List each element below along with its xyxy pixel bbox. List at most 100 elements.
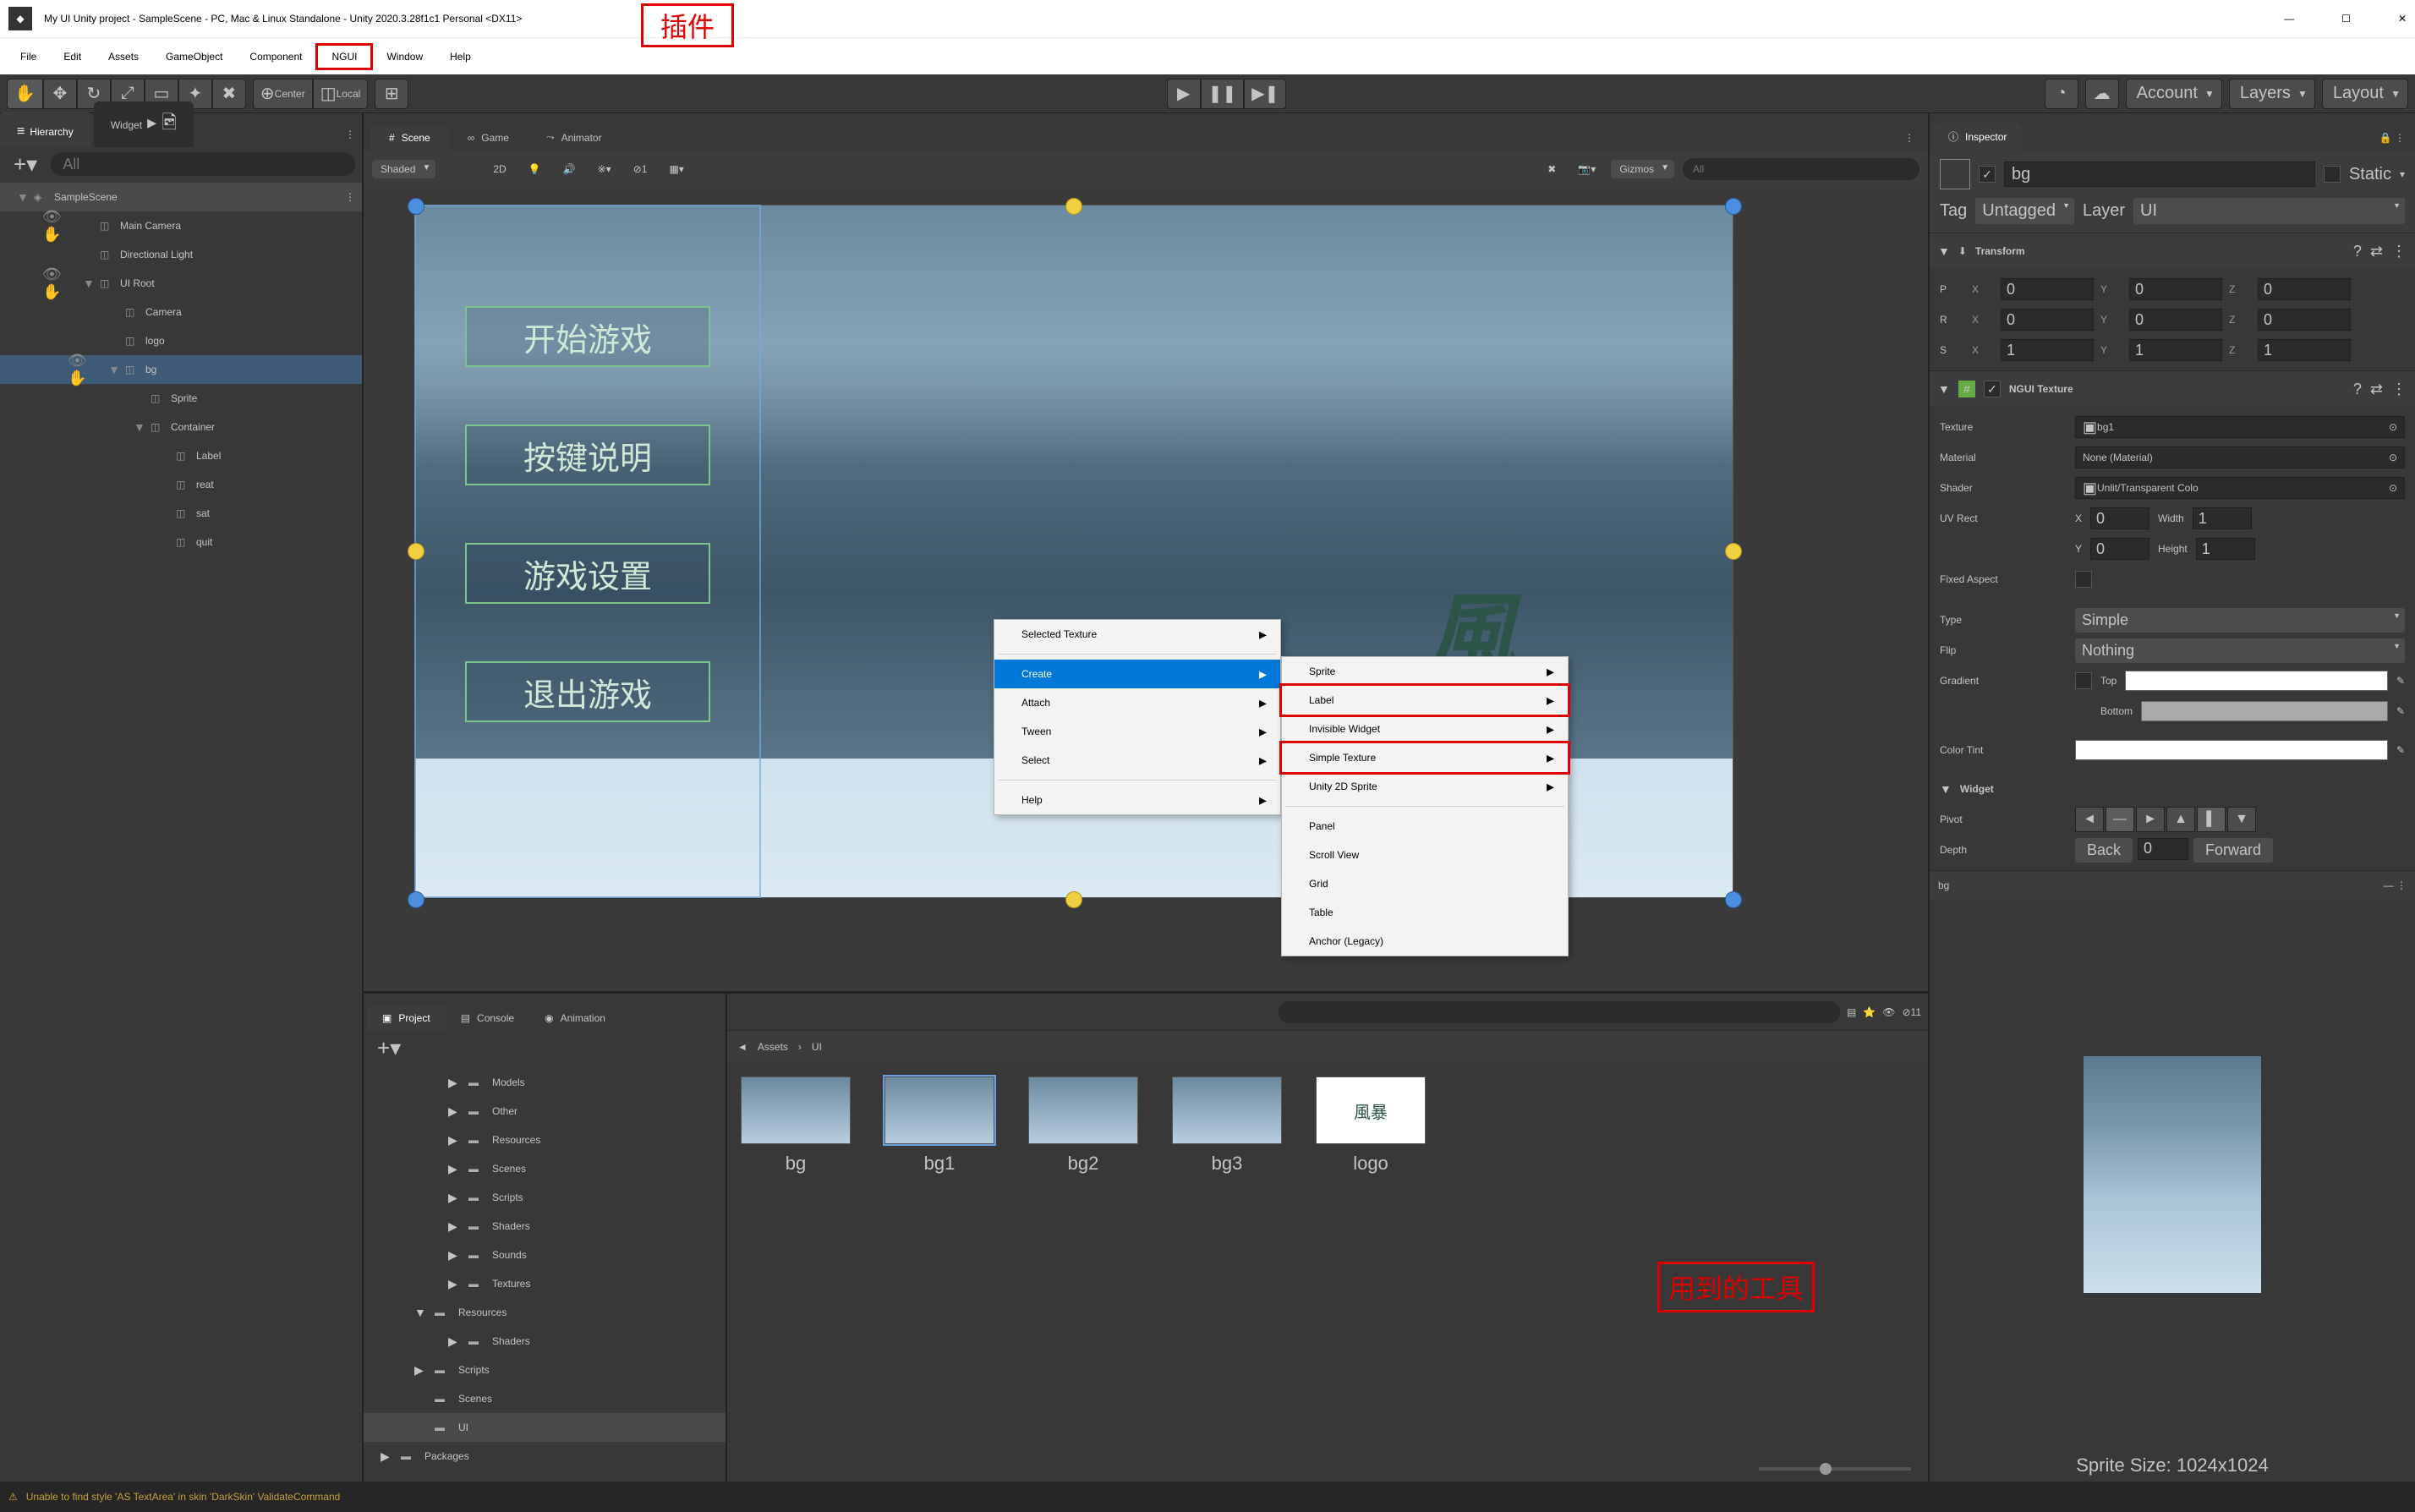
rot-z[interactable] [2258, 309, 2351, 331]
layout-dropdown[interactable]: Layout [2322, 79, 2408, 109]
project-resources[interactable]: ▶▬Resources [364, 1126, 726, 1154]
help-icon[interactable]: ? [2353, 243, 2362, 260]
material-field[interactable]: None (Material)⊙ [2075, 446, 2405, 468]
bc-scroll[interactable]: ◄ [737, 1041, 748, 1053]
project-models[interactable]: ▶▬Models [364, 1068, 726, 1097]
hierarchy-container[interactable]: ▼◫Container [0, 413, 362, 441]
move-tool[interactable]: ✥ [43, 79, 77, 109]
preset-icon[interactable]: ⇄ [2370, 381, 2383, 398]
tab-project[interactable]: ▣Project [367, 1005, 446, 1031]
color-tint[interactable] [2075, 740, 2388, 760]
pos-x[interactable] [2001, 278, 2094, 300]
project-packages[interactable]: ▶▬Packages [364, 1442, 726, 1471]
ctx-selected-texture[interactable]: Selected Texture▸ [994, 620, 1280, 649]
bc-ui[interactable]: UI [812, 1041, 822, 1053]
static-checkbox[interactable] [2324, 166, 2341, 183]
scene-root[interactable]: ▼◈SampleScene ⋮ [0, 183, 362, 211]
fixed-aspect[interactable] [2075, 571, 2092, 588]
active-checkbox[interactable]: ✓ [1979, 166, 1996, 183]
tab-animation[interactable]: ◉Animation [529, 1005, 621, 1031]
hierarchy-main-camera[interactable]: 👁 ✋◫Main Camera [0, 211, 362, 240]
help-icon[interactable]: ? [2353, 381, 2362, 398]
hierarchy-sprite[interactable]: ◫Sprite [0, 384, 362, 413]
bc-assets[interactable]: Assets [758, 1041, 788, 1053]
project-scenes[interactable]: ▶▬Scenes [364, 1154, 726, 1183]
tab-hierarchy[interactable]: ≡Hierarchy [0, 112, 90, 147]
shader-field[interactable]: ▣ Unlit/Transparent Colo⊙ [2075, 477, 2405, 499]
pivot-center[interactable]: ⊕Center [253, 79, 313, 109]
hierarchy-sat[interactable]: ◫sat [0, 499, 362, 528]
cloud-button[interactable]: ☁ [2085, 79, 2119, 109]
create-button[interactable]: +▾ [7, 151, 44, 178]
menu-assets[interactable]: Assets [95, 46, 152, 68]
menu-window[interactable]: Window [373, 46, 436, 68]
type-dropdown[interactable]: Simple [2075, 608, 2405, 633]
ctx-tween[interactable]: Tween▸ [994, 717, 1280, 746]
pivot-local[interactable]: ◫Local [313, 79, 369, 109]
gradient-bottom-color[interactable] [2141, 701, 2388, 721]
scl-y[interactable] [2129, 339, 2222, 361]
asset-bg[interactable]: bg [741, 1076, 851, 1175]
menu-ngui[interactable]: NGUI [315, 43, 373, 70]
hidden-toggle[interactable]: ⊘1 [627, 160, 654, 178]
tab-console[interactable]: ▤Console [446, 1005, 529, 1031]
hierarchy-ui-root[interactable]: 👁 ✋▼◫UI Root [0, 269, 362, 298]
custom-tool[interactable]: ✖ [212, 79, 246, 109]
depth-forward[interactable]: Forward [2193, 838, 2273, 863]
ctx-unity-2d-sprite[interactable]: Unity 2D Sprite▸ [1282, 772, 1568, 801]
menu-edit[interactable]: Edit [50, 46, 95, 68]
uv-h[interactable] [2196, 538, 2255, 560]
project-scripts[interactable]: ▶▬Scripts [364, 1356, 726, 1384]
preset-icon[interactable]: ⇄ [2370, 243, 2383, 260]
layer-dropdown[interactable]: UI [2133, 198, 2405, 224]
filter-icon[interactable]: ▤ [1847, 1006, 1856, 1018]
light-toggle[interactable]: 💡 [522, 160, 548, 178]
menu-gameobject[interactable]: GameObject [152, 46, 236, 68]
ctx-scroll-view[interactable]: Scroll View [1282, 841, 1568, 869]
project-other[interactable]: ▶▬Other [364, 1097, 726, 1126]
visibility-icon[interactable]: 👁 [1882, 1006, 1895, 1018]
hierarchy-reat[interactable]: ◫reat [0, 470, 362, 499]
uv-y[interactable] [2090, 538, 2149, 560]
rot-y[interactable] [2129, 309, 2222, 331]
project-ui[interactable]: ▬UI [364, 1413, 726, 1442]
hierarchy-menu-icon[interactable]: ⋮ [338, 122, 362, 147]
step-button[interactable]: ▶❚ [1244, 79, 1286, 109]
favorite-icon[interactable]: ⭐ [1863, 1006, 1876, 1018]
project-scripts[interactable]: ▶▬Scripts [364, 1183, 726, 1212]
handle-bl[interactable] [408, 891, 424, 908]
component-enable[interactable]: ✓ [1984, 381, 2001, 397]
eyedrop-icon[interactable]: ✎ [2396, 744, 2405, 756]
pause-button[interactable]: ❚❚ [1201, 79, 1245, 109]
close-button[interactable]: ✕ [2398, 13, 2407, 25]
ctx-anchor--legacy-[interactable]: Anchor (Legacy) [1282, 927, 1568, 956]
project-scenes[interactable]: ▬Scenes [364, 1384, 726, 1413]
handle-br[interactable] [1725, 891, 1742, 908]
play-button[interactable]: ▶ [1167, 79, 1201, 109]
gradient-top-color[interactable] [2125, 671, 2388, 691]
maximize-button[interactable]: ☐ [2341, 13, 2351, 25]
ctx-create[interactable]: Create▸ [994, 660, 1280, 688]
scl-z[interactable] [2258, 339, 2351, 361]
shading-mode[interactable]: Shaded [372, 160, 435, 178]
texture-field[interactable]: ▣ bg1⊙ [2075, 416, 2405, 438]
gizmos-dropdown[interactable]: Gizmos [1611, 160, 1674, 178]
ctx-panel[interactable]: Panel [1282, 812, 1568, 841]
asset-bg3[interactable]: bg3 [1172, 1076, 1282, 1175]
account-dropdown[interactable]: Account [2126, 79, 2222, 109]
scene-menu-icon[interactable]: ⋮ [345, 191, 355, 203]
layers-dropdown[interactable]: Layers [2229, 79, 2315, 109]
rot-x[interactable] [2001, 309, 2094, 331]
handle-tc[interactable] [1065, 198, 1082, 215]
ctx-select[interactable]: Select▸ [994, 746, 1280, 775]
asset-logo[interactable]: 風暴logo [1316, 1076, 1426, 1175]
ctx-simple-texture[interactable]: Simple Texture▸ [1282, 743, 1568, 772]
gradient-chk[interactable] [2075, 672, 2092, 689]
menu-component[interactable]: Component [236, 46, 315, 68]
grid-toggle[interactable]: ▦▾ [662, 160, 690, 178]
uv-w[interactable] [2193, 507, 2252, 529]
handle-mr[interactable] [1725, 543, 1742, 560]
eyedrop-icon[interactable]: ✎ [2396, 675, 2405, 687]
flip-dropdown[interactable]: Nothing [2075, 638, 2405, 663]
project-create[interactable]: +▾ [370, 1035, 408, 1061]
